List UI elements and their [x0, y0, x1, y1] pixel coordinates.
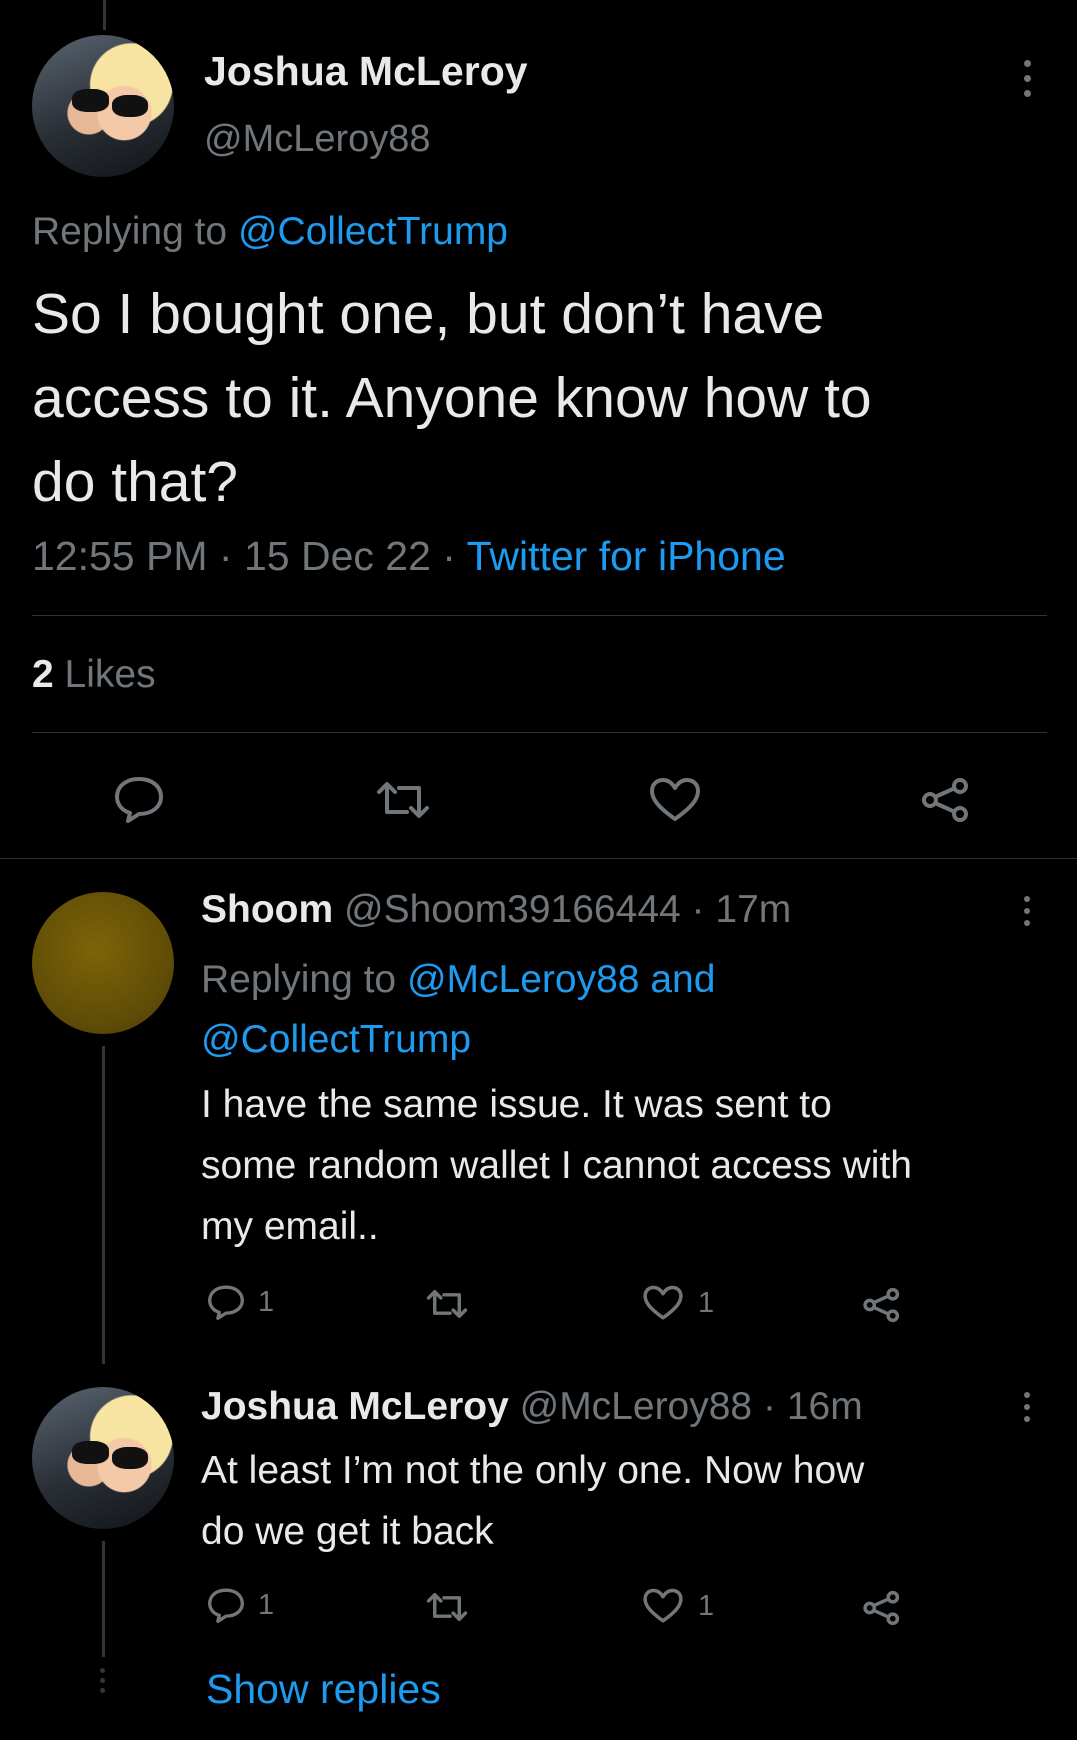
reply2-text-line-2: do we get it back	[201, 1510, 494, 1553]
reply1-more-icon[interactable]	[1022, 896, 1032, 926]
reply2-reply-icon[interactable]	[206, 1587, 246, 1623]
main-dot-1: ·	[218, 533, 233, 579]
reply2-handle[interactable]: @McLeroy88	[520, 1385, 753, 1428]
main-likes-label: Likes	[64, 653, 156, 696]
reply1-author-name[interactable]: Shoom	[201, 888, 333, 931]
main-replying-mention[interactable]: @CollectTrump	[238, 210, 508, 253]
reply1-handle[interactable]: @Shoom39166444	[344, 888, 681, 931]
reply1-retweet-icon[interactable]	[424, 1287, 470, 1321]
reply2-text-line-1: At least I’m not the only one. Now how	[201, 1449, 865, 1492]
reply1-replying-mention-2[interactable]: @CollectTrump	[201, 1010, 715, 1070]
reply2-reply-count: 1	[258, 1588, 275, 1621]
reply1-reply-count: 1	[258, 1285, 275, 1318]
reply1-share-icon[interactable]	[862, 1286, 902, 1324]
main-share-icon[interactable]	[920, 776, 972, 824]
reply1-like-icon[interactable]	[642, 1285, 684, 1321]
reply2-more-icon[interactable]	[1022, 1392, 1032, 1422]
main-replying-prefix: Replying to	[32, 210, 228, 253]
main-replying-to: Replying to @CollectTrump	[32, 210, 508, 254]
main-more-icon[interactable]	[1022, 60, 1032, 97]
main-reply-icon[interactable]	[112, 775, 166, 823]
reply2-text: At least I’m not the only one. Now how d…	[201, 1440, 864, 1562]
reply2-reply-action[interactable]: 1	[206, 1587, 274, 1623]
main-time[interactable]: 12:55 PM	[32, 533, 208, 579]
main-author-handle[interactable]: @McLeroy88	[204, 118, 431, 161]
reply1-replying-mention-1[interactable]: @McLeroy88 and	[407, 958, 715, 1001]
reply2-dot: ·	[762, 1385, 776, 1428]
main-timestamp-row: 12:55 PM · 15 Dec 22 · Twitter for iPhon…	[32, 533, 786, 580]
divider-3	[0, 858, 1077, 859]
main-like-icon[interactable]	[648, 777, 702, 823]
main-text-line-3: do that?	[32, 450, 239, 514]
reply2-avatar[interactable]	[32, 1387, 174, 1529]
reply1-thread-line	[102, 1046, 105, 1364]
reply1-text-line-2: some random wallet I cannot access with	[201, 1144, 912, 1187]
reply1-text-line-1: I have the same issue. It was sent to	[201, 1083, 832, 1126]
reply2-header: Joshua McLeroy @McLeroy88 · 16m	[201, 1385, 863, 1429]
main-source[interactable]: Twitter for iPhone	[467, 533, 786, 579]
divider-1	[32, 615, 1047, 616]
main-tweet-text: So I bought one, but don’t have access t…	[32, 272, 872, 524]
reply1-replying-to: Replying to @McLeroy88 and @CollectTrump	[201, 950, 715, 1070]
thread-line-top	[103, 0, 106, 30]
main-likes-stat[interactable]: 2 Likes	[32, 653, 156, 697]
reply2-author-name[interactable]: Joshua McLeroy	[201, 1385, 509, 1428]
main-text-line-2: access to it. Anyone know how to	[32, 366, 872, 430]
reply2-like-icon[interactable]	[642, 1588, 684, 1624]
reply2-share-icon[interactable]	[862, 1589, 902, 1627]
reply1-header: Shoom @Shoom39166444 · 17m	[201, 888, 791, 932]
reply1-text-line-3: my email..	[201, 1205, 379, 1248]
reply2-retweet-icon[interactable]	[424, 1590, 470, 1624]
thread-continuation-dots	[97, 1668, 107, 1693]
reply2-thread-line	[102, 1541, 105, 1657]
reply1-reply-action[interactable]: 1	[206, 1284, 274, 1320]
main-author-name[interactable]: Joshua McLeroy	[204, 48, 528, 95]
reply1-dot: ·	[691, 888, 705, 931]
reply1-avatar[interactable]	[32, 892, 174, 1034]
reply1-like-action[interactable]: 1	[642, 1285, 714, 1321]
show-replies-link[interactable]: Show replies	[206, 1666, 441, 1713]
reply2-like-action[interactable]: 1	[642, 1588, 714, 1624]
divider-2	[32, 732, 1047, 733]
main-retweet-icon[interactable]	[373, 778, 433, 822]
reply1-like-count: 1	[698, 1286, 715, 1319]
reply2-like-count: 1	[698, 1589, 715, 1622]
main-dot-2: ·	[442, 533, 456, 579]
reply1-replying-prefix: Replying to	[201, 958, 397, 1001]
reply1-reply-icon[interactable]	[206, 1284, 246, 1320]
main-date[interactable]: 15 Dec 22	[244, 533, 431, 579]
reply1-age[interactable]: 17m	[715, 888, 791, 931]
main-text-line-1: So I bought one, but don’t have	[32, 282, 825, 346]
reply1-text: I have the same issue. It was sent to so…	[201, 1074, 912, 1257]
main-avatar[interactable]	[32, 35, 174, 177]
reply2-age[interactable]: 16m	[787, 1385, 863, 1428]
main-likes-count: 2	[32, 653, 54, 696]
